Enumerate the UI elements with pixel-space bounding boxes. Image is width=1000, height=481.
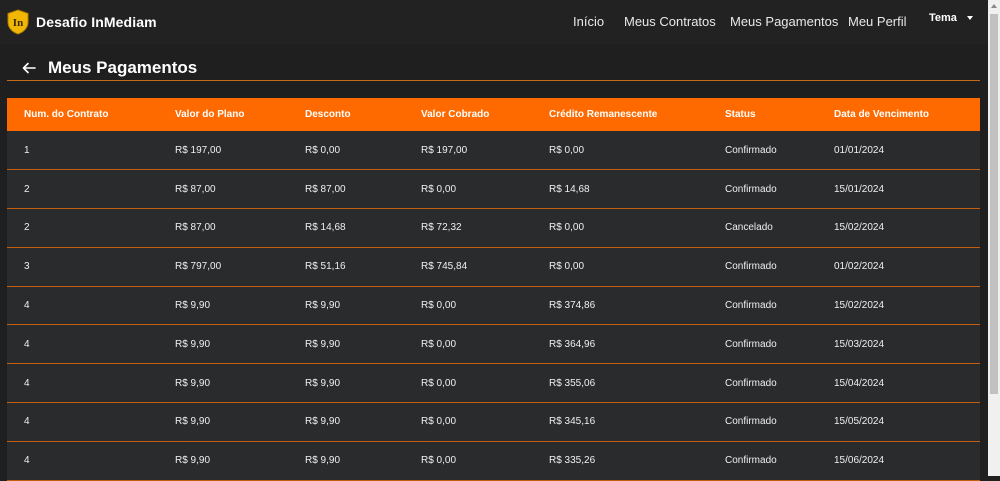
cell-remaining-credit: R$ 374,86 [549, 300, 596, 312]
header-charged-value: Valor Cobrado [421, 109, 490, 120]
table-row[interactable]: 4 R$ 9,90 R$ 9,90 R$ 0,00 R$ 355,06 Confirmad… [7, 363, 980, 403]
table-row[interactable]: 4 R$ 9,90 R$ 9,90 R$ 0,00 R$ 364,96 Confirmad… [7, 324, 980, 364]
cell-remaining-credit: R$ 335,26 [549, 455, 596, 467]
theme-label: Tema [929, 12, 957, 24]
cell-remaining-credit: R$ 0,00 [549, 222, 585, 234]
cell-due-date: 01/01/2024 [834, 144, 885, 156]
cell-discount: R$ 9,90 [305, 416, 341, 428]
cell-status: Confirmado [725, 261, 777, 273]
cell-discount: R$ 9,90 [305, 300, 341, 312]
nav-link-meu-perfil[interactable]: Meu Perfil [848, 14, 907, 29]
scroll-up-arrow-icon[interactable] [991, 4, 997, 8]
cell-remaining-credit: R$ 345,16 [549, 416, 596, 428]
cell-discount: R$ 0,00 [305, 144, 341, 156]
header-due-date: Data de Vencimento [834, 109, 930, 120]
cell-due-date: 01/02/2024 [834, 261, 885, 273]
cell-charged-value: R$ 0,00 [421, 416, 457, 428]
table-row[interactable]: 4 R$ 9,90 R$ 9,90 R$ 0,00 R$ 374,86 Confirmad… [7, 286, 980, 325]
table-row[interactable]: 3 R$ 797,00 R$ 51,16 R$ 745,84 R$ 0,00 Confir… [7, 247, 980, 287]
payments-table: Num. do Contrato Valor do Plano Desconto Va… [7, 98, 980, 481]
nav-link-meus-pagamentos[interactable]: Meus Pagamentos [730, 14, 838, 29]
scroll-thumb[interactable] [990, 14, 998, 394]
cell-status: Confirmado [725, 455, 777, 467]
cell-contract-number: 1 [24, 144, 30, 156]
cell-due-date: 15/04/2024 [834, 377, 885, 389]
cell-status: Confirmado [725, 183, 777, 195]
cell-due-date: 15/06/2024 [834, 455, 885, 467]
table-body: 1 R$ 197,00 R$ 0,00 R$ 197,00 R$ 0,00 Confirm… [7, 131, 980, 481]
cell-contract-number: 4 [24, 300, 30, 312]
caret-down-icon [966, 16, 973, 20]
cell-plan-value: R$ 9,90 [175, 377, 211, 389]
cell-remaining-credit: R$ 14,68 [549, 183, 590, 195]
cell-contract-number: 4 [24, 377, 30, 389]
cell-contract-number: 4 [24, 455, 30, 467]
title-divider [7, 80, 980, 81]
cell-discount: R$ 9,90 [305, 338, 341, 350]
cell-plan-value: R$ 87,00 [175, 183, 216, 195]
table-row[interactable]: 4 R$ 9,90 R$ 9,90 R$ 0,00 R$ 335,26 Confirmad… [7, 441, 980, 481]
cell-status: Confirmado [725, 144, 777, 156]
cell-plan-value: R$ 197,00 [175, 144, 222, 156]
cell-charged-value: R$ 0,00 [421, 338, 457, 350]
cell-discount: R$ 87,00 [305, 183, 346, 195]
cell-contract-number: 4 [24, 338, 30, 350]
cell-charged-value: R$ 0,00 [421, 183, 457, 195]
cell-contract-number: 2 [24, 222, 30, 234]
cell-plan-value: R$ 797,00 [175, 261, 222, 273]
cell-due-date: 15/02/2024 [834, 300, 885, 312]
cell-charged-value: R$ 197,00 [421, 144, 468, 156]
cell-remaining-credit: R$ 355,06 [549, 377, 596, 389]
cell-due-date: 15/02/2024 [834, 222, 885, 234]
cell-charged-value: R$ 0,00 [421, 377, 457, 389]
nav-links: Início Meus Contratos Meus Pagamentos Me… [0, 0, 988, 44]
table-row[interactable]: 2 R$ 87,00 R$ 87,00 R$ 0,00 R$ 14,68 Confirma… [7, 169, 980, 209]
cell-discount: R$ 9,90 [305, 377, 341, 389]
header-plan-value: Valor do Plano [175, 109, 245, 120]
table-row[interactable]: 1 R$ 197,00 R$ 0,00 R$ 197,00 R$ 0,00 Confirm… [7, 131, 980, 170]
cell-charged-value: R$ 0,00 [421, 455, 457, 467]
cell-charged-value: R$ 72,32 [421, 222, 462, 234]
cell-plan-value: R$ 87,00 [175, 222, 216, 234]
cell-remaining-credit: R$ 0,00 [549, 261, 585, 273]
cell-status: Confirmado [725, 377, 777, 389]
theme-dropdown[interactable]: Tema [929, 12, 973, 24]
cell-status: Cancelado [725, 222, 773, 234]
cell-remaining-credit: R$ 0,00 [549, 144, 585, 156]
cell-plan-value: R$ 9,90 [175, 338, 211, 350]
cell-plan-value: R$ 9,90 [175, 300, 211, 312]
navbar: In Desafio InMediam Início Meus Contrato… [0, 0, 988, 44]
header-contract-number: Num. do Contrato [24, 109, 109, 120]
cell-due-date: 15/03/2024 [834, 338, 885, 350]
header-remaining-credit: Crédito Remanescente [549, 109, 658, 120]
back-arrow-icon[interactable] [22, 61, 36, 75]
nav-link-meus-contratos[interactable]: Meus Contratos [624, 14, 716, 29]
cell-status: Confirmado [725, 338, 777, 350]
cell-charged-value: R$ 745,84 [421, 261, 468, 273]
nav-link-inicio[interactable]: Início [573, 14, 604, 29]
page-title: Meus Pagamentos [48, 58, 198, 77]
header-discount: Desconto [305, 109, 351, 120]
page-header: Meus Pagamentos [22, 58, 197, 78]
cell-charged-value: R$ 0,00 [421, 300, 457, 312]
cell-remaining-credit: R$ 364,96 [549, 338, 596, 350]
cell-due-date: 15/05/2024 [834, 416, 885, 428]
table-header-row: Num. do Contrato Valor do Plano Desconto Va… [7, 98, 980, 131]
header-status: Status [725, 109, 756, 120]
cell-due-date: 15/01/2024 [834, 183, 885, 195]
cell-plan-value: R$ 9,90 [175, 455, 211, 467]
cell-status: Confirmado [725, 300, 777, 312]
cell-status: Confirmado [725, 416, 777, 428]
cell-contract-number: 3 [24, 261, 30, 273]
table-row[interactable]: 4 R$ 9,90 R$ 9,90 R$ 0,00 R$ 345,16 Confirmad… [7, 402, 980, 442]
cell-contract-number: 4 [24, 416, 30, 428]
cell-plan-value: R$ 9,90 [175, 416, 211, 428]
cell-contract-number: 2 [24, 183, 30, 195]
table-row[interactable]: 2 R$ 87,00 R$ 14,68 R$ 72,32 R$ 0,00 Cancelad… [7, 208, 980, 248]
scrollbar[interactable] [988, 0, 1000, 476]
cell-discount: R$ 9,90 [305, 455, 341, 467]
cell-discount: R$ 14,68 [305, 222, 346, 234]
cell-discount: R$ 51,16 [305, 261, 346, 273]
